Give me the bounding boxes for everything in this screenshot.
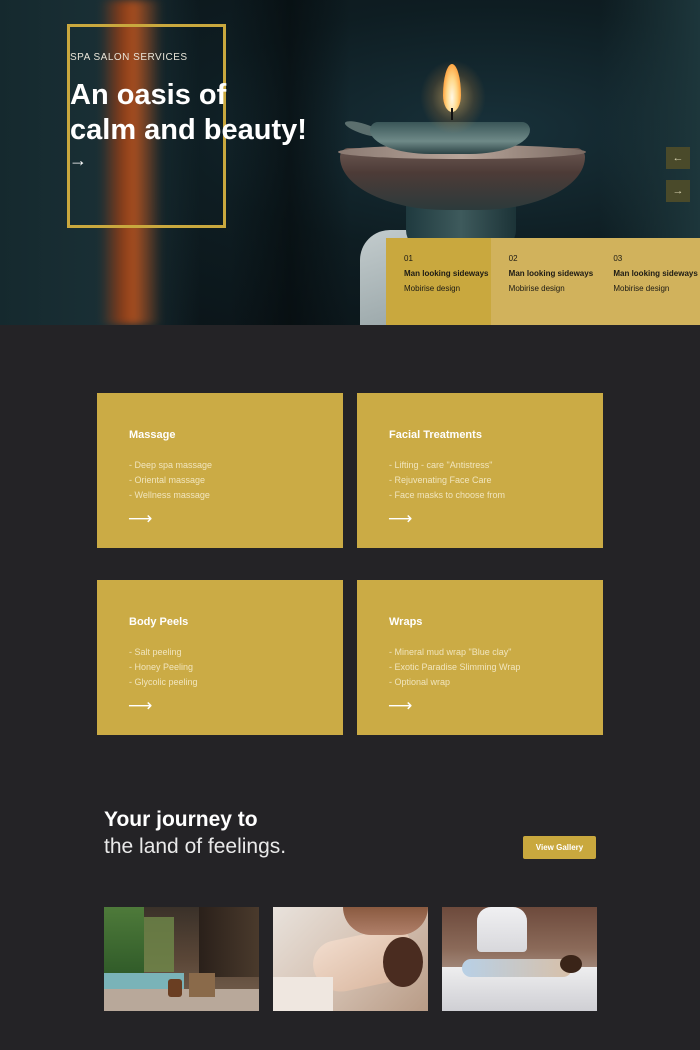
service-list-item: - Optional wrap [389,677,451,687]
journey-subtitle: the land of feelings. [104,835,287,858]
slider-next-button[interactable]: → [666,180,690,202]
service-list-item: - Honey Peeling [129,662,194,672]
view-gallery-button[interactable]: View Gallery [523,836,596,859]
hero-eyebrow: SPA SALON SERVICES [70,52,188,63]
photo-plant [104,907,144,977]
service-list-item: - Exotic Paradise Slimming Wrap [389,662,521,672]
arrow-right-icon[interactable]: → [69,151,87,169]
service-card-massage[interactable]: Massage - Deep spa massage - Oriental ma… [97,393,343,548]
service-list-item: - Glycolic peeling [129,677,198,687]
service-card-title: Body Peels [129,616,189,628]
slide-number: 03 [613,254,623,263]
gallery-photo-pool[interactable] [104,907,259,1011]
service-list-item: - Lifting - care "Antistress" [389,460,493,470]
arrow-right-icon[interactable]: ⟶ [128,697,152,714]
service-list-item: - Deep spa massage [129,460,213,470]
photo-plant [144,917,174,972]
arrow-right-icon[interactable]: ⟶ [388,510,412,527]
slide-subtitle: Mobirise design [613,284,670,293]
slider-prev-button[interactable]: ← [666,147,690,169]
service-list-item: - Face masks to choose from [389,490,506,500]
slide-number: 02 [508,254,518,263]
service-list-item: - Salt peeling [129,647,182,657]
slide-indicator-3[interactable]: 03 Man looking sideways Mobirise design [595,238,700,325]
arrow-right-icon[interactable]: ⟶ [128,510,152,527]
service-card-facial[interactable]: Facial Treatments - Lifting - care "Anti… [357,393,603,548]
slide-subtitle: Mobirise design [508,284,565,293]
slide-indicator-2[interactable]: 02 Man looking sideways Mobirise design [490,238,596,325]
slide-subtitle: Mobirise design [404,284,461,293]
gallery-photo-facial[interactable] [273,907,428,1011]
photo-hands [343,907,428,935]
slide-title: Man looking sideways [613,269,698,278]
hero-title-line2: calm and beauty! [70,114,307,146]
hero-title-line1: An oasis of [70,79,227,111]
service-list: - Deep spa massage - Oriental massage - … [129,458,343,503]
photo-therapist [477,907,527,952]
slide-title: Man looking sideways [508,269,594,278]
service-list-item: - Oriental massage [129,475,206,485]
hero-section: SPA SALON SERVICES An oasis of calm and … [0,0,700,325]
photo-client-hair [560,955,582,973]
service-card-title: Facial Treatments [389,429,482,441]
candle-wick [451,108,453,120]
photo-towel [273,977,333,1011]
slide-number: 01 [404,254,413,263]
slide-title: Man looking sideways [404,269,489,278]
hero-title: An oasis of calm and beauty! [70,78,307,148]
slide-indicators: 01 Man looking sideways Mobirise design … [386,238,700,325]
photo-client [462,959,572,977]
hero-background-shade [230,0,350,325]
service-list: - Salt peeling - Honey Peeling - Glycoli… [129,645,343,690]
photo-chair [189,973,215,997]
gallery-photo-massage[interactable] [442,907,597,1011]
service-list-item: - Mineral mud wrap "Blue clay" [389,647,512,657]
service-list: - Lifting - care "Antistress" - Rejuvena… [389,458,603,503]
service-list-item: - Wellness massage [129,490,210,500]
photo-wall [199,907,259,977]
arrow-right-icon[interactable]: ⟶ [388,697,412,714]
service-card-body-peels[interactable]: Body Peels - Salt peeling - Honey Peelin… [97,580,343,735]
photo-hair [383,937,423,987]
photo-stool [168,979,182,997]
service-card-wraps[interactable]: Wraps - Mineral mud wrap "Blue clay" - E… [357,580,603,735]
service-card-title: Massage [129,429,176,441]
service-list: - Mineral mud wrap "Blue clay" - Exotic … [389,645,603,690]
service-list-item: - Rejuvenating Face Care [389,475,492,485]
journey-title: Your journey to [104,808,258,831]
service-card-title: Wraps [389,616,423,628]
slide-indicator-1[interactable]: 01 Man looking sideways Mobirise design [386,238,491,325]
